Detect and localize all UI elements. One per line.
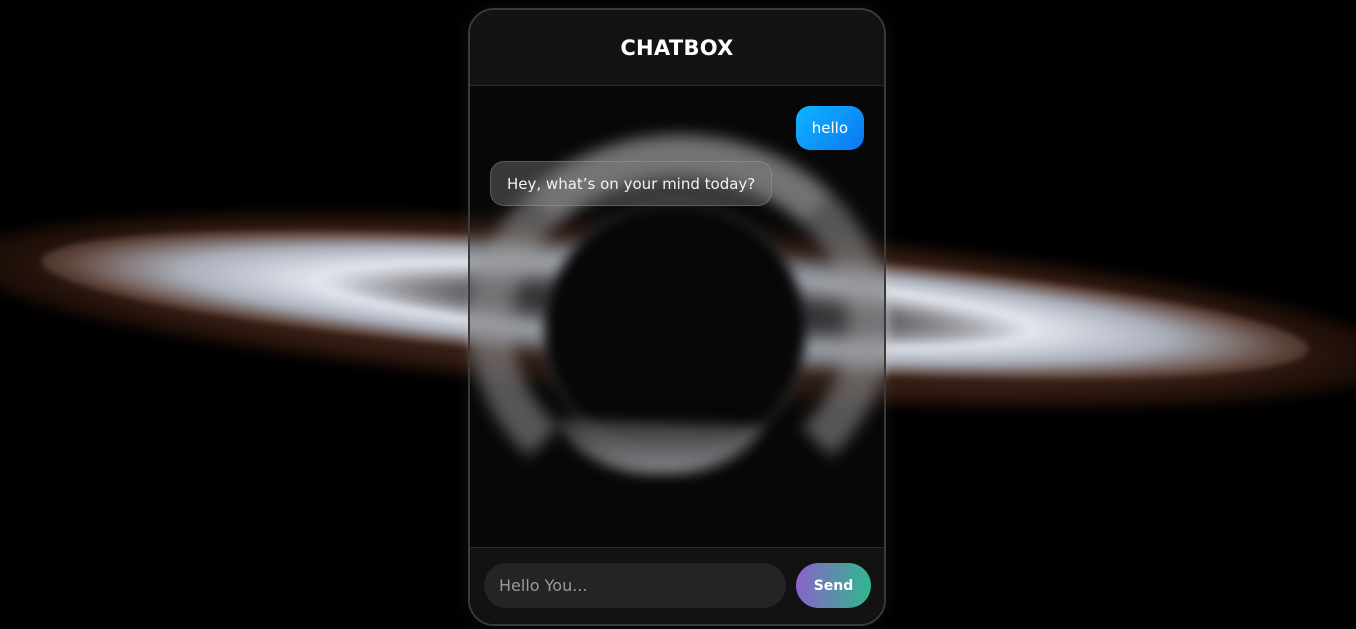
- message-list[interactable]: hello Hey, what’s on your mind today?: [470, 86, 884, 550]
- send-button[interactable]: Send: [796, 563, 871, 608]
- chat-title: CHATBOX: [620, 35, 734, 60]
- message-input[interactable]: [484, 563, 786, 608]
- chatbox-panel: CHATBOX hello Hey, what’s on your mind t…: [468, 8, 886, 626]
- user-message-bubble: hello: [795, 106, 864, 150]
- chat-header: CHATBOX: [470, 10, 884, 86]
- bot-message-bubble: Hey, what’s on your mind today?: [490, 161, 773, 206]
- message-composer: Send: [470, 547, 884, 624]
